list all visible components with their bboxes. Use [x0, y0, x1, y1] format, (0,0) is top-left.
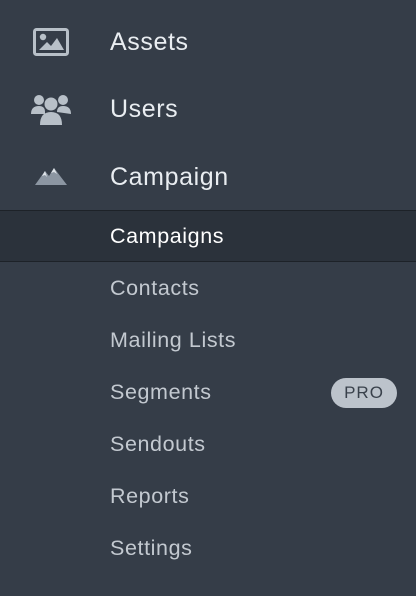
nav-item-label: Campaign: [110, 163, 229, 191]
mountain-icon: [26, 156, 76, 196]
nav-item-assets[interactable]: Assets: [0, 8, 416, 76]
submenu-item-label: Sendouts: [110, 432, 206, 456]
nav-item-campaign[interactable]: Campaign: [0, 142, 416, 210]
submenu-item-label: Segments: [110, 380, 212, 404]
submenu-item-contacts[interactable]: Contacts: [0, 262, 416, 314]
nav-item-label: Assets: [110, 28, 189, 56]
submenu-item-mailing-lists[interactable]: Mailing Lists: [0, 314, 416, 366]
pro-badge: PRO: [331, 378, 397, 408]
sidebar: Assets Users Campaign Campaigns Contacts…: [0, 0, 416, 596]
submenu-item-label: Campaigns: [110, 224, 225, 248]
submenu-item-campaigns[interactable]: Campaigns: [0, 210, 416, 262]
submenu-item-settings[interactable]: Settings: [0, 522, 416, 574]
submenu-item-label: Settings: [110, 536, 193, 560]
nav-item-label: Users: [110, 95, 179, 123]
submenu-item-label: Contacts: [110, 276, 200, 300]
submenu-item-reports[interactable]: Reports: [0, 470, 416, 522]
submenu-item-label: Mailing Lists: [110, 328, 237, 352]
submenu-item-label: Reports: [110, 484, 190, 508]
submenu-item-sendouts[interactable]: Sendouts: [0, 418, 416, 470]
submenu-item-segments[interactable]: Segments PRO: [0, 366, 416, 418]
nav-item-users[interactable]: Users: [0, 74, 416, 142]
image-icon: [26, 22, 76, 62]
users-icon: [26, 89, 76, 129]
